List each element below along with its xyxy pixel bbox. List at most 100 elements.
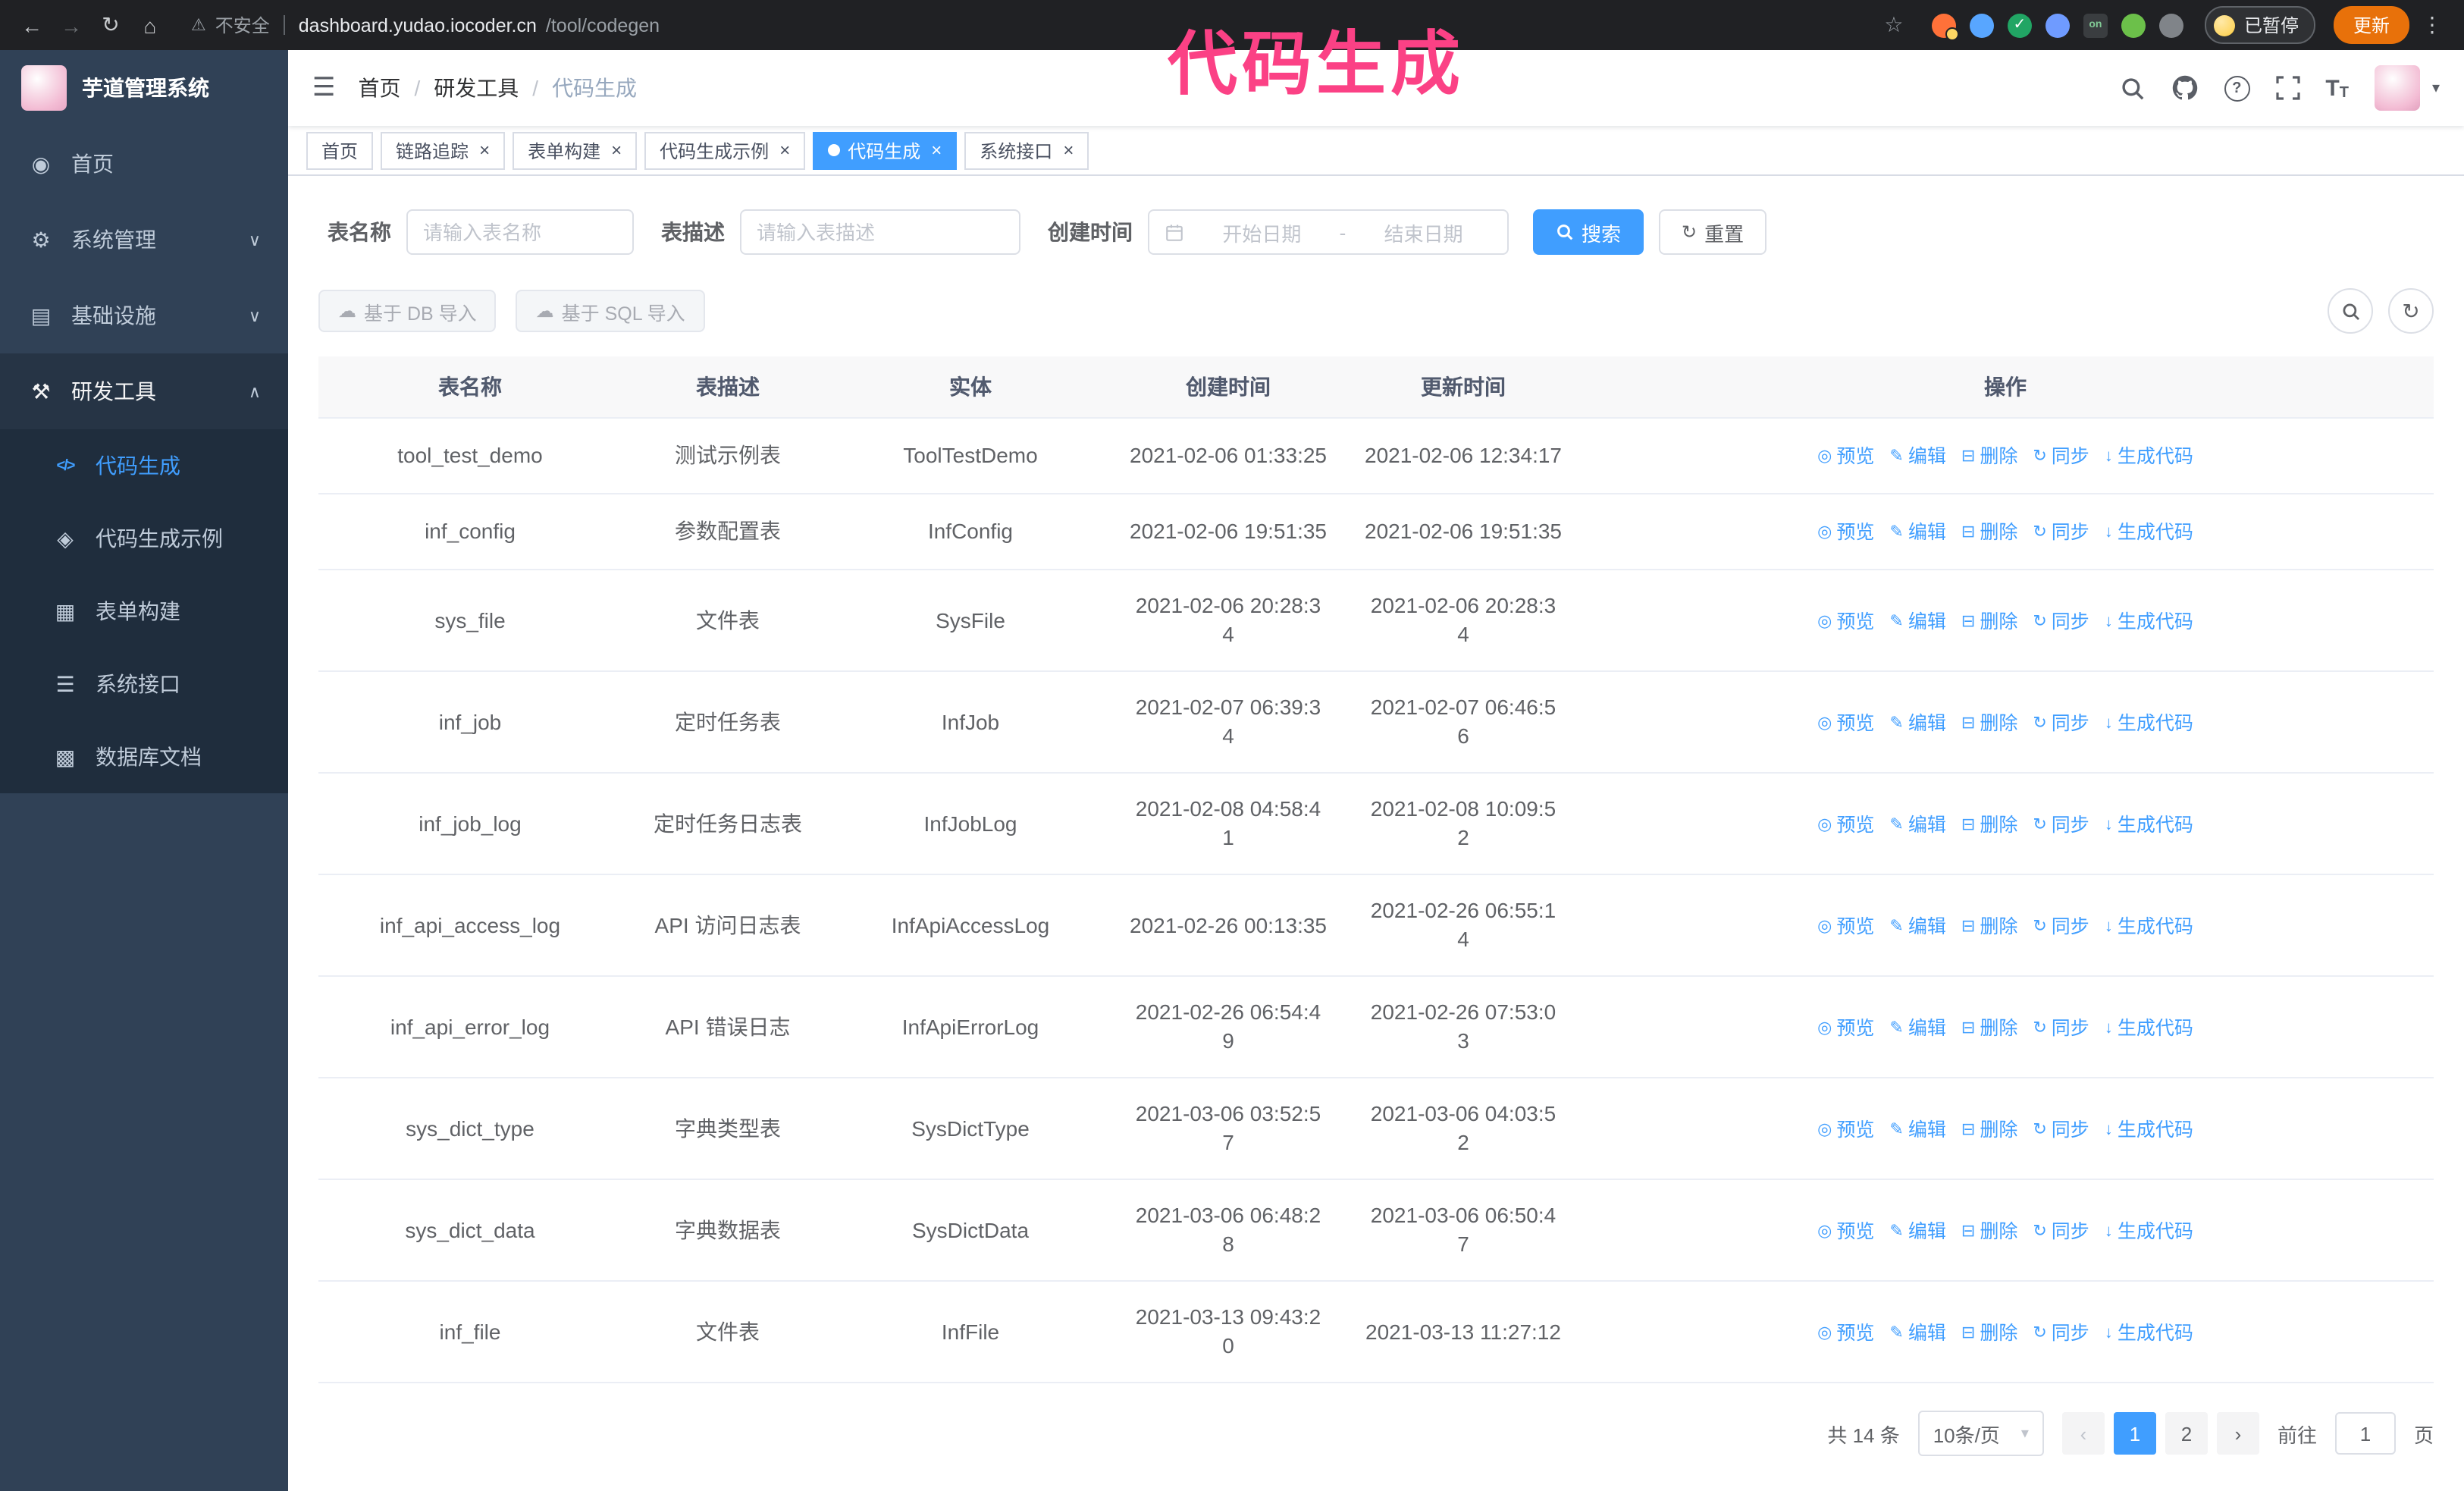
ext-switch-on[interactable]: on xyxy=(2083,13,2108,37)
table-name-input[interactable] xyxy=(406,209,634,255)
row-action-generate[interactable]: ↓ 生成代码 xyxy=(2105,607,2193,636)
tab-tracing[interactable]: 链路追踪 × xyxy=(381,131,506,169)
row-action-generate[interactable]: ↓ 生成代码 xyxy=(2105,519,2193,548)
ext-water-drop[interactable] xyxy=(1969,13,1994,37)
tab-close-icon[interactable]: × xyxy=(479,141,490,159)
row-action-edit[interactable]: ✎ 编辑 xyxy=(1889,443,1945,472)
hamburger-icon[interactable]: ☰ xyxy=(312,73,336,103)
row-action-edit[interactable]: ✎ 编辑 xyxy=(1889,607,1945,636)
browser-reload-icon[interactable]: ↻ xyxy=(94,8,127,42)
row-action-delete[interactable]: ⊟ 删除 xyxy=(1961,1116,2017,1144)
create-time-range-picker[interactable]: 开始日期 - 结束日期 xyxy=(1148,209,1509,255)
breadcrumb-devtools[interactable]: 研发工具 xyxy=(434,73,519,103)
row-action-sync[interactable]: ↻ 同步 xyxy=(2033,1217,2089,1246)
row-action-delete[interactable]: ⊟ 删除 xyxy=(1961,811,2017,840)
row-action-sync[interactable]: ↻ 同步 xyxy=(2033,607,2089,636)
refresh-table-button[interactable]: ↻ xyxy=(2388,288,2434,334)
breadcrumb-home[interactable]: 首页 xyxy=(359,73,401,103)
goto-page-input[interactable] xyxy=(2334,1412,2396,1455)
row-action-preview[interactable]: ◎ 预览 xyxy=(1817,1014,1874,1043)
row-action-sync[interactable]: ↻ 同步 xyxy=(2033,709,2089,738)
row-action-edit[interactable]: ✎ 编辑 xyxy=(1889,811,1945,840)
sidebar-item-devtools[interactable]: ⚒ 研发工具 ∧ xyxy=(0,353,288,429)
sidebar-item-home[interactable]: ◉ 首页 xyxy=(0,126,288,202)
tab-system-api[interactable]: 系统接口 × xyxy=(964,131,1089,169)
row-action-preview[interactable]: ◎ 预览 xyxy=(1817,607,1874,636)
sidebar-item-codegen[interactable]: </> 代码生成 xyxy=(0,429,288,502)
page-button-1[interactable]: 1 xyxy=(2113,1412,2156,1455)
tab-form-builder[interactable]: 表单构建 × xyxy=(513,131,638,169)
ext-contacts[interactable] xyxy=(2045,13,2070,37)
browser-home-icon[interactable]: ⌂ xyxy=(133,8,167,42)
row-action-delete[interactable]: ⊟ 删除 xyxy=(1961,1319,2017,1348)
sidebar-item-system-api[interactable]: ☰ 系统接口 xyxy=(0,648,288,720)
row-action-generate[interactable]: ↓ 生成代码 xyxy=(2105,443,2193,472)
row-action-sync[interactable]: ↻ 同步 xyxy=(2033,1014,2089,1043)
import-db-button[interactable]: ☁ 基于 DB 导入 xyxy=(318,290,497,332)
row-action-preview[interactable]: ◎ 预览 xyxy=(1817,811,1874,840)
toggle-search-button[interactable] xyxy=(2328,288,2373,334)
row-action-sync[interactable]: ↻ 同步 xyxy=(2033,912,2089,941)
row-action-sync[interactable]: ↻ 同步 xyxy=(2033,811,2089,840)
tab-close-icon[interactable]: × xyxy=(611,141,622,159)
import-sql-button[interactable]: ☁ 基于 SQL 导入 xyxy=(516,290,705,332)
row-action-sync[interactable]: ↻ 同步 xyxy=(2033,1116,2089,1144)
row-action-edit[interactable]: ✎ 编辑 xyxy=(1889,1217,1945,1246)
row-action-preview[interactable]: ◎ 预览 xyxy=(1817,1116,1874,1144)
browser-menu-icon[interactable]: ⋮ xyxy=(2415,8,2449,42)
sidebar-item-form-builder[interactable]: ▦ 表单构建 xyxy=(0,575,288,648)
row-action-edit[interactable]: ✎ 编辑 xyxy=(1889,519,1945,548)
ext-browser-logo[interactable] xyxy=(1931,13,1959,40)
tab-codegen[interactable]: 代码生成 × xyxy=(813,131,958,169)
row-action-delete[interactable]: ⊟ 删除 xyxy=(1961,709,2017,738)
tab-close-icon[interactable]: × xyxy=(779,141,790,159)
browser-update-button[interactable]: 更新 xyxy=(2333,6,2409,44)
sidebar-item-system[interactable]: ⚙ 系统管理 ∨ xyxy=(0,202,288,278)
tab-home[interactable]: 首页 xyxy=(306,131,374,169)
row-action-generate[interactable]: ↓ 生成代码 xyxy=(2105,1116,2193,1144)
tab-close-icon[interactable]: × xyxy=(931,141,942,159)
sidebar-item-infra[interactable]: ▤ 基础设施 ∨ xyxy=(0,278,288,353)
row-action-preview[interactable]: ◎ 预览 xyxy=(1817,912,1874,941)
row-action-delete[interactable]: ⊟ 删除 xyxy=(1961,519,2017,548)
ext-leaf[interactable] xyxy=(2121,13,2146,37)
browser-back-icon[interactable]: ← xyxy=(15,8,49,42)
browser-forward-icon[interactable]: → xyxy=(55,8,88,42)
sidebar-item-codegen-example[interactable]: ◈ 代码生成示例 xyxy=(0,502,288,575)
tab-close-icon[interactable]: × xyxy=(1063,141,1074,159)
bookmark-star-icon[interactable]: ☆ xyxy=(1877,8,1911,42)
row-action-delete[interactable]: ⊟ 删除 xyxy=(1961,1217,2017,1246)
help-icon[interactable]: ? xyxy=(2224,75,2250,101)
row-action-preview[interactable]: ◎ 预览 xyxy=(1817,443,1874,472)
row-action-delete[interactable]: ⊟ 删除 xyxy=(1961,1014,2017,1043)
reset-button[interactable]: ↻ 重置 xyxy=(1659,209,1767,255)
row-action-edit[interactable]: ✎ 编辑 xyxy=(1889,1014,1945,1043)
row-action-delete[interactable]: ⊟ 删除 xyxy=(1961,443,2017,472)
row-action-delete[interactable]: ⊟ 删除 xyxy=(1961,607,2017,636)
row-action-edit[interactable]: ✎ 编辑 xyxy=(1889,709,1945,738)
page-size-select[interactable]: 10条/页 ▾ xyxy=(1917,1411,2044,1456)
row-action-edit[interactable]: ✎ 编辑 xyxy=(1889,912,1945,941)
address-bar[interactable]: ⚠ 不安全 dashboard.yudao.iocoder.cn/tool/co… xyxy=(191,12,1871,38)
avatar-caret-icon[interactable]: ▾ xyxy=(2432,80,2440,96)
row-action-delete[interactable]: ⊟ 删除 xyxy=(1961,912,2017,941)
fullscreen-icon[interactable] xyxy=(2275,76,2299,100)
ext-puzzle[interactable] xyxy=(2158,13,2183,37)
search-icon[interactable] xyxy=(2119,75,2145,101)
row-action-preview[interactable]: ◎ 预览 xyxy=(1817,709,1874,738)
row-action-generate[interactable]: ↓ 生成代码 xyxy=(2105,1319,2193,1348)
row-action-generate[interactable]: ↓ 生成代码 xyxy=(2105,1014,2193,1043)
row-action-generate[interactable]: ↓ 生成代码 xyxy=(2105,912,2193,941)
next-page-button[interactable]: › xyxy=(2216,1412,2259,1455)
row-action-preview[interactable]: ◎ 预览 xyxy=(1817,519,1874,548)
row-action-sync[interactable]: ↻ 同步 xyxy=(2033,519,2089,548)
row-action-preview[interactable]: ◎ 预览 xyxy=(1817,1319,1874,1348)
font-size-icon[interactable]: TT xyxy=(2325,75,2349,101)
ext-shield-check[interactable]: ✓ xyxy=(2007,13,2032,37)
row-action-sync[interactable]: ↻ 同步 xyxy=(2033,1319,2089,1348)
row-action-edit[interactable]: ✎ 编辑 xyxy=(1889,1116,1945,1144)
user-avatar[interactable] xyxy=(2374,65,2420,111)
prev-page-button[interactable]: ‹ xyxy=(2061,1412,2105,1455)
row-action-generate[interactable]: ↓ 生成代码 xyxy=(2105,811,2193,840)
row-action-generate[interactable]: ↓ 生成代码 xyxy=(2105,709,2193,738)
